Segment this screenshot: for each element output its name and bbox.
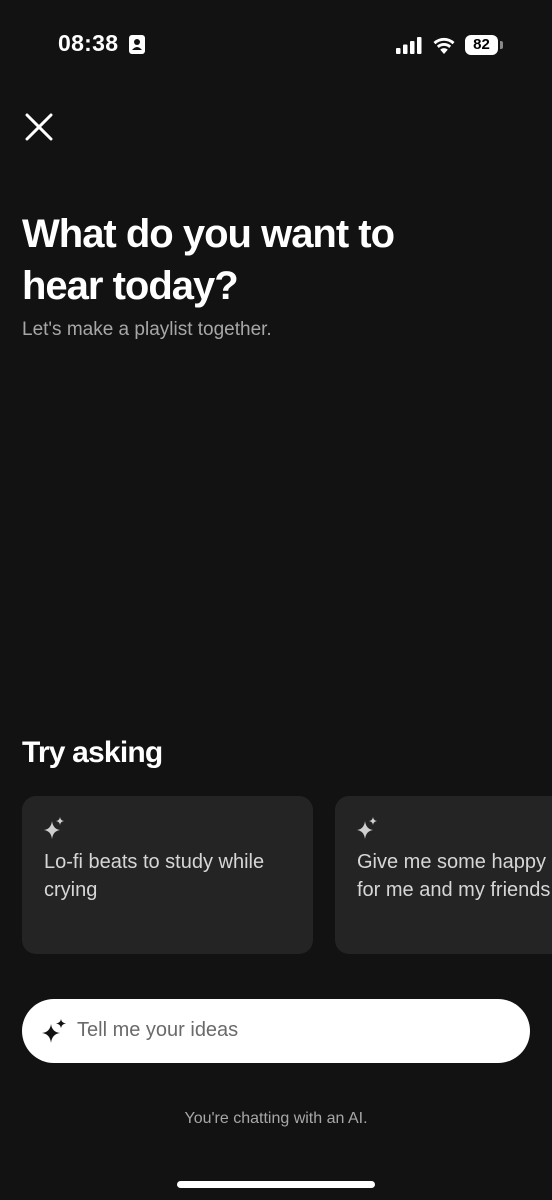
contact-card-icon xyxy=(129,35,145,54)
close-icon[interactable] xyxy=(20,108,58,146)
sparkle-icon xyxy=(357,817,377,839)
prompt-placeholder: Tell me your ideas xyxy=(77,1019,239,1041)
status-time: 08:38 xyxy=(58,30,119,56)
page-title: What do you want to hear today? xyxy=(22,212,395,308)
suggestion-text: Lo-fi beats to study while crying xyxy=(44,851,265,901)
suggestion-card[interactable]: Give me some happy songs for me and my f… xyxy=(335,796,552,954)
cellular-signal-icon xyxy=(396,37,422,54)
page-subtitle: Let's make a playlist together. xyxy=(22,319,272,340)
suggestion-card[interactable]: Lo-fi beats to study while crying xyxy=(22,796,313,954)
sparkle-icon xyxy=(42,1019,66,1043)
ai-disclaimer: You're chatting with an AI. xyxy=(184,1110,368,1127)
try-asking-heading: Try asking xyxy=(22,736,163,769)
home-indicator[interactable] xyxy=(177,1181,375,1188)
prompt-input[interactable]: Tell me your ideas xyxy=(22,999,530,1063)
sparkle-icon xyxy=(44,817,64,839)
ai-playlist-screen: 08:38 82 What do you want to hear today?… xyxy=(0,0,552,1200)
battery-cap xyxy=(500,41,503,49)
suggestion-text: Give me some happy songs for me and my f… xyxy=(357,851,552,901)
wifi-icon xyxy=(433,37,455,54)
status-bar: 08:38 82 xyxy=(0,0,552,92)
battery-icon: 82 xyxy=(465,35,498,55)
